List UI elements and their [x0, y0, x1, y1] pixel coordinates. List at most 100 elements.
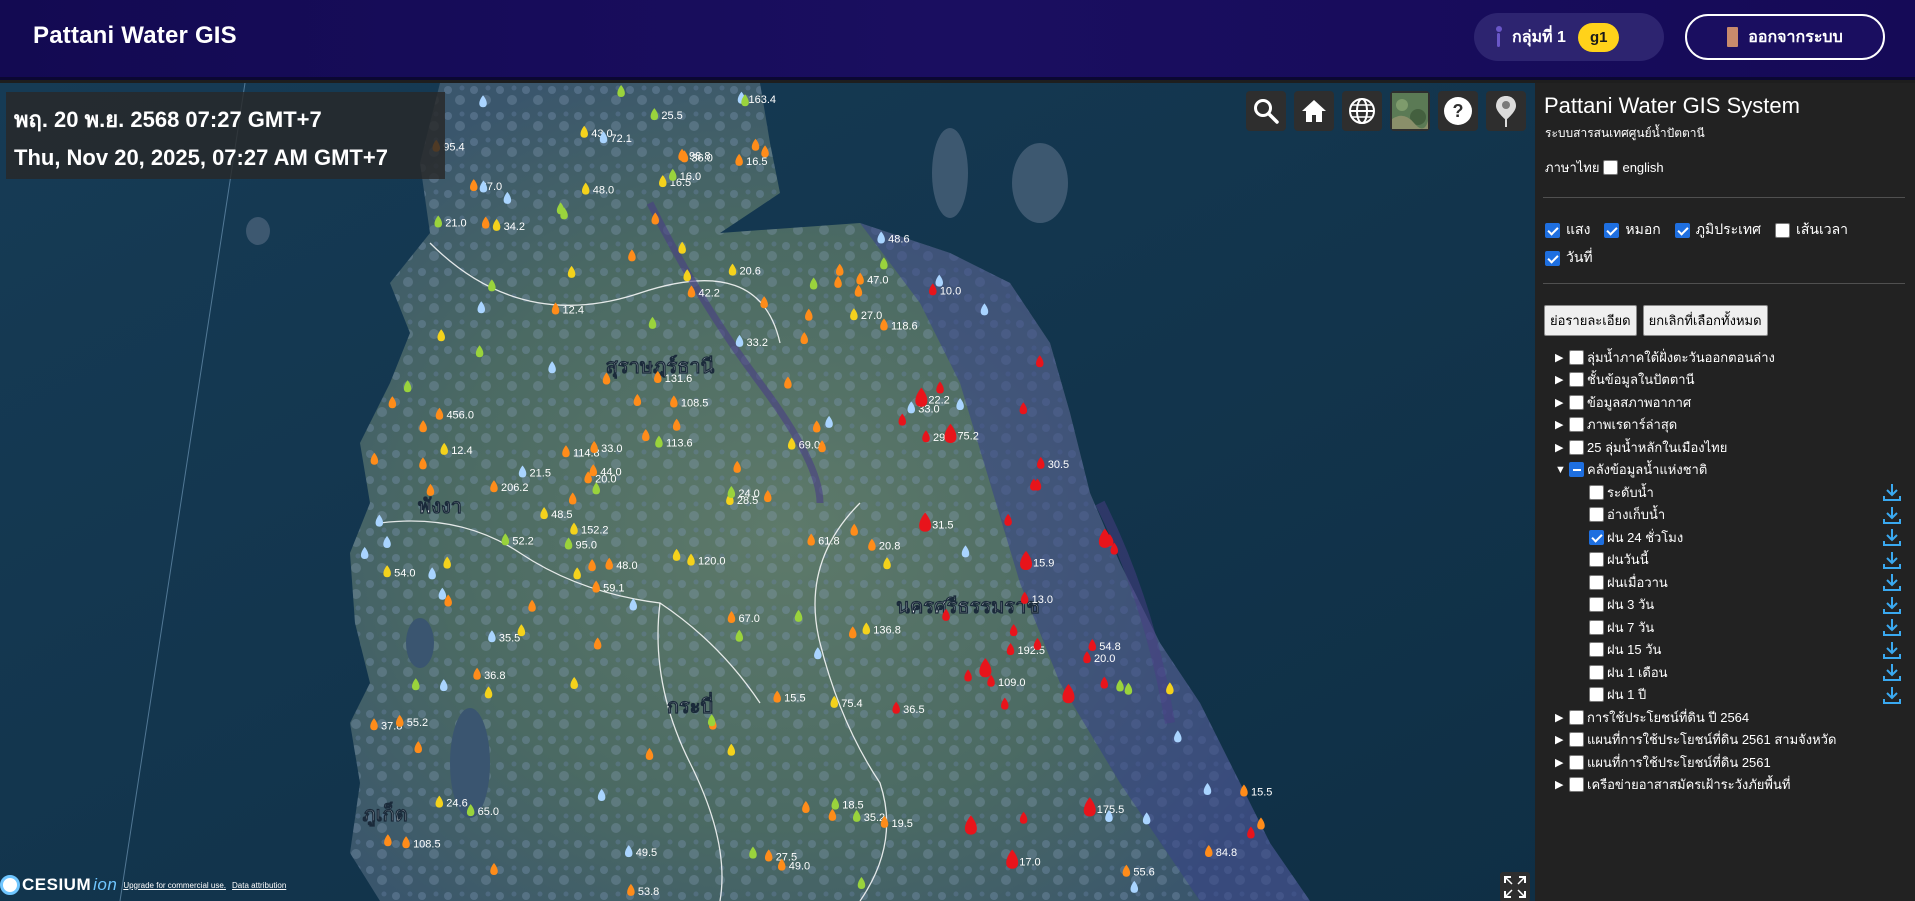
rain-value-label: 55.6 [1133, 867, 1154, 879]
map-viewer[interactable]: สุราษฎร์ธานี พังงา นครศรีธรรมราช กระบี่ ภูเก… [0, 83, 1535, 901]
expand-arrow-right-icon[interactable]: ▶ [1555, 756, 1566, 769]
rain-value-label: 48.0 [616, 560, 637, 572]
download-icon[interactable] [1882, 662, 1902, 682]
layer-checkbox[interactable] [1589, 574, 1604, 590]
layer-group[interactable]: ▶ เครือข่ายอาสาสมัครเฝ้าระวังภัยพื้นที่ [1555, 774, 1905, 797]
layer-checkbox[interactable] [1589, 529, 1604, 545]
globe-button[interactable] [1342, 91, 1382, 131]
layer-checkbox[interactable] [1589, 687, 1604, 703]
deselect-all-button[interactable]: ยกเลิกที่เลือกทั้งหมด [1642, 305, 1768, 336]
option-4[interactable]: วันที่ [1545, 247, 1593, 269]
layer-group[interactable]: ▶ แผนที่การใช้ประโยชน์ที่ดิน 2561 สามจังห… [1555, 729, 1905, 752]
help-button[interactable]: ? [1438, 91, 1478, 131]
layer-checkbox[interactable] [1589, 484, 1604, 500]
layer-checkbox[interactable] [1569, 732, 1584, 748]
layer-item[interactable]: ฝน 24 ชั่วโมง [1555, 526, 1905, 549]
layer-group[interactable]: ▶ ลุ่มน้ำภาคใต้ฝั่งตะวันออกตอนล่าง [1555, 346, 1905, 369]
layer-label: แผนที่การใช้ประโยชน์ที่ดิน 2561 สามจังหว… [1587, 732, 1837, 748]
expand-arrow-right-icon[interactable]: ▶ [1555, 396, 1566, 409]
option-0[interactable]: แสง [1545, 219, 1590, 241]
layer-label: ชั้นข้อมูลในปัตตานี [1587, 372, 1695, 388]
layer-group[interactable]: ▶ ภาพเรดาร์ล่าสุด [1555, 414, 1905, 437]
logout-button[interactable]: ออกจากระบบ [1685, 14, 1885, 60]
layer-item[interactable]: ฝน 1 ปี [1555, 684, 1905, 707]
layer-checkbox[interactable] [1569, 439, 1584, 455]
layer-item[interactable]: ฝนวันนี้ [1555, 549, 1905, 572]
layer-checkbox[interactable] [1589, 664, 1604, 680]
layer-group[interactable]: ▶ 25 ลุ่มน้ำหลักในเมืองไทย [1555, 436, 1905, 459]
download-icon[interactable] [1882, 572, 1902, 592]
layer-checkbox[interactable] [1569, 394, 1584, 410]
layer-checkbox[interactable] [1569, 462, 1584, 478]
download-icon[interactable] [1882, 550, 1902, 570]
layer-checkbox[interactable] [1569, 372, 1584, 388]
rain-value-label: 12.4 [451, 445, 472, 457]
satellite-basemap[interactable]: สุราษฎร์ธานีพังงานครศรีธรรมราชกระบี่ภูเก… [0, 83, 1535, 901]
download-icon[interactable] [1882, 617, 1902, 637]
pin-button[interactable] [1486, 91, 1526, 131]
option-checkbox[interactable] [1775, 222, 1791, 238]
layer-checkbox[interactable] [1569, 754, 1584, 770]
layer-item[interactable]: ฝน 1 เดือน [1555, 661, 1905, 684]
upgrade-link[interactable]: Upgrade for commercial use. [123, 881, 226, 890]
top-header: Pattani Water GIS กลุ่มที่ 1 g1 ออกจากระ… [0, 0, 1915, 80]
layer-checkbox[interactable] [1589, 507, 1604, 523]
data-attribution-link[interactable]: Data attribution [232, 881, 286, 890]
layer-checkbox[interactable] [1569, 349, 1584, 365]
layer-group[interactable]: ▶ ข้อมูลสภาพอากาศ [1555, 391, 1905, 414]
download-icon[interactable] [1882, 527, 1902, 547]
group-indicator[interactable]: กลุ่มที่ 1 g1 [1474, 13, 1664, 61]
option-checkbox[interactable] [1604, 222, 1620, 238]
option-2[interactable]: ภูมิประเทศ [1674, 219, 1761, 241]
layer-item[interactable]: ระดับน้ำ [1555, 481, 1905, 504]
download-icon[interactable] [1882, 482, 1902, 502]
download-icon[interactable] [1882, 685, 1902, 705]
download-icon[interactable] [1882, 505, 1902, 525]
expand-arrow-right-icon[interactable]: ▶ [1555, 778, 1566, 791]
layer-checkbox[interactable] [1589, 619, 1604, 635]
collapse-details-button[interactable]: ย่อรายละเอียด [1544, 305, 1637, 336]
option-checkbox[interactable] [1674, 222, 1690, 238]
layer-item[interactable]: ฝน 3 วัน [1555, 594, 1905, 617]
layer-group[interactable]: ▶ ชั้นข้อมูลในปัตตานี [1555, 369, 1905, 392]
layer-group[interactable]: ▼ คลังข้อมูลน้ำแห่งชาติ [1555, 459, 1905, 482]
expand-arrow-right-icon[interactable]: ▶ [1555, 418, 1566, 431]
layer-checkbox[interactable] [1569, 709, 1584, 725]
imagery-picker-button[interactable] [1390, 91, 1430, 131]
expand-arrow-right-icon[interactable]: ▶ [1555, 711, 1566, 724]
option-checkbox[interactable] [1545, 250, 1560, 266]
layer-item[interactable]: ฝน 7 วัน [1555, 616, 1905, 639]
home-button[interactable] [1294, 91, 1334, 131]
layer-checkbox[interactable] [1569, 777, 1584, 793]
layer-item[interactable]: ฝน 15 วัน [1555, 639, 1905, 662]
rain-value-label: 20.6 [740, 266, 761, 278]
expand-arrow-down-icon[interactable]: ▼ [1555, 464, 1566, 476]
layer-checkbox[interactable] [1569, 417, 1584, 433]
layer-item[interactable]: ฝนเมื่อวาน [1555, 571, 1905, 594]
option-1[interactable]: หมอก [1604, 219, 1661, 241]
expand-arrow-right-icon[interactable]: ▶ [1555, 373, 1566, 386]
download-icon[interactable] [1882, 595, 1902, 615]
layer-checkbox[interactable] [1589, 597, 1604, 613]
layer-label: ฝน 1 ปี [1607, 687, 1647, 703]
layer-checkbox[interactable] [1589, 642, 1604, 658]
layer-item[interactable]: อ่างเก็บน้ำ [1555, 504, 1905, 527]
option-checkbox[interactable] [1545, 222, 1560, 238]
download-icon[interactable] [1882, 640, 1902, 660]
layer-group[interactable]: ▶ แผนที่การใช้ประโยชน์ที่ดิน 2561 [1555, 751, 1905, 774]
fullscreen-button[interactable] [1500, 872, 1530, 901]
layer-label: ระดับน้ำ [1607, 484, 1654, 500]
option-3[interactable]: เส้นเวลา [1775, 219, 1848, 241]
layer-label: การใช้ประโยชน์ที่ดิน ปี 2564 [1587, 709, 1750, 725]
layer-group[interactable]: ▶ การใช้ประโยชน์ที่ดิน ปี 2564 [1555, 706, 1905, 729]
rain-value-label: 19.5 [892, 818, 913, 830]
layer-checkbox[interactable] [1589, 552, 1604, 568]
expand-arrow-right-icon[interactable]: ▶ [1555, 351, 1566, 364]
layer-tree: ▶ ลุ่มน้ำภาคใต้ฝั่งตะวันออกตอนล่าง ▶ ชั้นข้… [1555, 346, 1905, 796]
expand-arrow-right-icon[interactable]: ▶ [1555, 733, 1566, 746]
expand-arrow-right-icon[interactable]: ▶ [1555, 441, 1566, 454]
rain-value-label: 42.2 [698, 287, 719, 299]
english-checkbox[interactable] [1603, 160, 1619, 175]
layer-label: ภาพเรดาร์ล่าสุด [1587, 417, 1678, 433]
search-button[interactable] [1246, 91, 1286, 131]
